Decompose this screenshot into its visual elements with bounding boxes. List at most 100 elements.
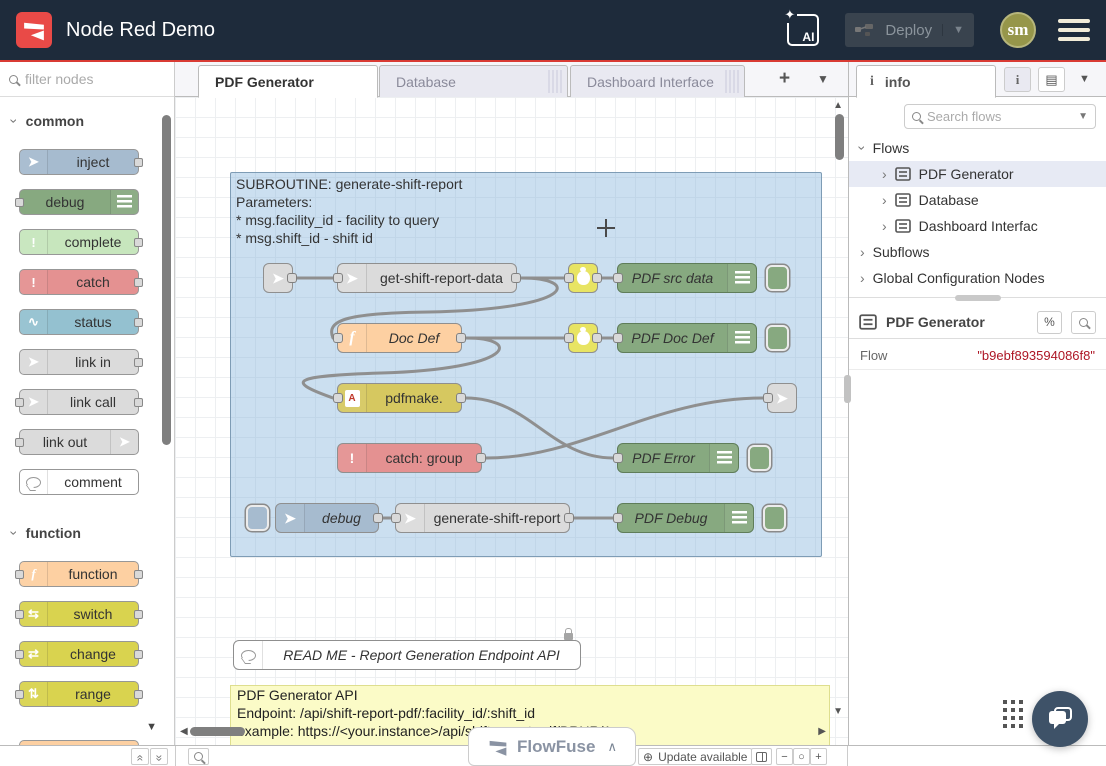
canvas-horizontal-scrollbar[interactable]	[190, 727, 245, 736]
output-port[interactable]	[134, 690, 143, 699]
palette-node-function[interactable]: f function	[19, 561, 139, 587]
detail-value[interactable]: "b9ebf893594086f8"	[944, 339, 1106, 369]
debug-toggle-button[interactable]	[748, 445, 771, 471]
tree-global-config[interactable]: › Global Configuration Nodes	[849, 265, 1106, 291]
search-flows-box[interactable]: ▼	[904, 104, 1096, 129]
canvas-scroll-left-icon[interactable]: ◀	[180, 726, 188, 737]
node-doc-def[interactable]: f Doc Def	[337, 323, 462, 353]
node-get-shift-report-data[interactable]: ➤ get-shift-report-data	[337, 263, 517, 293]
input-port[interactable]	[333, 333, 343, 343]
node-debug-bug-2[interactable]	[568, 323, 598, 353]
input-port[interactable]	[333, 393, 343, 403]
info-panel-button[interactable]: i	[1004, 67, 1031, 92]
zoom-reset-button[interactable]: ○	[793, 748, 810, 765]
node-pdf-debug[interactable]: PDF Debug	[617, 503, 754, 533]
output-port[interactable]	[134, 158, 143, 167]
output-port[interactable]	[134, 278, 143, 287]
output-port[interactable]	[134, 570, 143, 579]
palette-category-common[interactable]: › common	[0, 97, 174, 135]
node-catch-group[interactable]: ! catch: group	[337, 443, 482, 473]
deploy-button[interactable]: Deploy ▼	[845, 13, 974, 47]
sidebar-splitter-handle[interactable]	[844, 375, 851, 403]
info-splitter[interactable]	[849, 297, 1106, 306]
find-flow-button[interactable]	[1071, 311, 1096, 334]
widget-drag-handle[interactable]	[1003, 700, 1023, 728]
filter-nodes-input[interactable]	[25, 71, 155, 87]
palette-scroll-down-icon[interactable]: ▼	[146, 721, 157, 733]
input-port[interactable]	[564, 333, 574, 343]
expand-all-button[interactable]: »	[150, 748, 168, 765]
input-port[interactable]	[15, 438, 24, 447]
splitter-grip[interactable]	[955, 295, 1001, 301]
palette-node-status[interactable]: ∿ status	[19, 309, 139, 335]
canvas-vertical-scrollbar[interactable]	[835, 114, 844, 160]
node-readme-comment[interactable]: READ ME - Report Generation Endpoint API	[233, 640, 581, 670]
search-caret-icon[interactable]: ▼	[1078, 111, 1088, 122]
input-port[interactable]	[15, 398, 24, 407]
debug-toggle-button[interactable]	[763, 505, 786, 531]
output-port[interactable]	[564, 513, 574, 523]
palette-node-debug[interactable]: debug	[19, 189, 139, 215]
tree-item-dashboard-interface[interactable]: › Dashboard Interfac	[849, 213, 1106, 239]
palette-node-inject[interactable]: ➤ inject	[19, 149, 139, 175]
input-port[interactable]	[15, 198, 24, 207]
output-port[interactable]	[592, 333, 602, 343]
input-port[interactable]	[15, 570, 24, 579]
node-pdfmake[interactable]: A pdfmake.	[337, 383, 462, 413]
output-port[interactable]	[287, 273, 297, 283]
tree-item-pdf-generator[interactable]: › PDF Generator	[849, 161, 1106, 187]
main-menu-button[interactable]	[1058, 19, 1090, 41]
input-port[interactable]	[564, 273, 574, 283]
canvas-scroll-down-icon[interactable]: ▼	[833, 706, 843, 717]
flowfuse-badge[interactable]: FlowFuse ∧	[468, 727, 636, 766]
help-panel-button[interactable]: ▤	[1038, 67, 1065, 92]
node-link-out[interactable]: ➤	[767, 383, 797, 413]
tree-flows[interactable]: › Flows	[849, 135, 1106, 161]
ai-assistant-button[interactable]: ✦ AI	[787, 14, 819, 46]
zoom-out-button[interactable]: −	[776, 748, 793, 765]
tree-subflows[interactable]: › Subflows	[849, 239, 1106, 265]
copy-link-button[interactable]: %	[1037, 311, 1062, 334]
tab-dashboard-interface[interactable]: Dashboard Interface	[570, 65, 745, 98]
palette-node-change[interactable]: ⇄ change	[19, 641, 139, 667]
palette-node-link-call[interactable]: ➤ link call	[19, 389, 139, 415]
canvas-scroll-up-icon[interactable]: ▲	[833, 100, 843, 111]
tree-item-database[interactable]: › Database	[849, 187, 1106, 213]
tab-database[interactable]: Database	[379, 65, 568, 98]
node-pdf-doc-def[interactable]: PDF Doc Def	[617, 323, 757, 353]
canvas-scroll-right-icon[interactable]: ▶	[818, 726, 826, 737]
output-port[interactable]	[592, 273, 602, 283]
palette-category-function[interactable]: › function	[0, 509, 174, 547]
flow-canvas[interactable]: SUBROUTINE: generate-shift-report Parame…	[175, 97, 848, 745]
flow-list-caret-icon[interactable]: ▼	[817, 72, 829, 86]
output-port[interactable]	[456, 393, 466, 403]
input-port[interactable]	[15, 610, 24, 619]
inject-button[interactable]	[246, 505, 269, 531]
node-debug-inject[interactable]: ➤ debug	[275, 503, 379, 533]
collapse-caret-icon[interactable]: ∧	[607, 739, 617, 755]
zoom-in-button[interactable]: +	[810, 748, 827, 765]
input-port[interactable]	[763, 393, 773, 403]
deploy-caret-icon[interactable]: ▼	[942, 24, 964, 36]
output-port[interactable]	[511, 273, 521, 283]
user-avatar[interactable]: sm	[1000, 12, 1036, 48]
input-port[interactable]	[613, 513, 623, 523]
node-pdf-error[interactable]: PDF Error	[617, 443, 739, 473]
input-port[interactable]	[333, 273, 343, 283]
palette-node-link-in[interactable]: ➤ link in	[19, 349, 139, 375]
navigator-button[interactable]	[751, 748, 772, 765]
output-port[interactable]	[134, 398, 143, 407]
debug-toggle-button[interactable]	[766, 265, 789, 291]
sidebar-menu-caret-icon[interactable]: ▼	[1079, 73, 1090, 85]
palette-node-range[interactable]: ⇅ range	[19, 681, 139, 707]
palette-node-switch[interactable]: ⇆ switch	[19, 601, 139, 627]
output-port[interactable]	[456, 333, 466, 343]
output-port[interactable]	[134, 358, 143, 367]
tab-pdf-generator[interactable]: PDF Generator	[198, 65, 378, 98]
tab-info[interactable]: i info	[856, 65, 996, 98]
add-flow-button[interactable]: +	[779, 68, 790, 90]
node-pdf-src-data[interactable]: PDF src data	[617, 263, 757, 293]
input-port[interactable]	[15, 650, 24, 659]
chat-button[interactable]	[1032, 691, 1088, 747]
node-debug-bug-1[interactable]	[568, 263, 598, 293]
